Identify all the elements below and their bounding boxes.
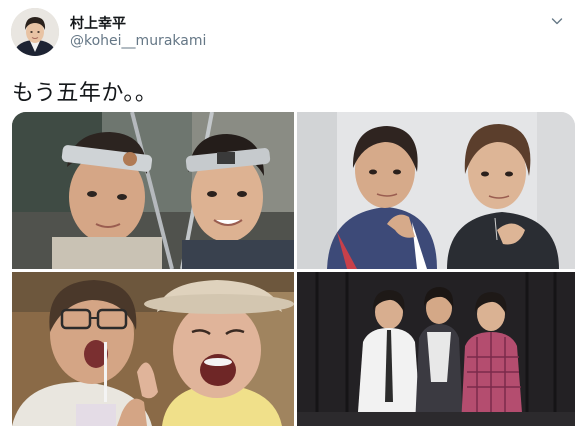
photo-two-men-headbands-icon [12,112,294,269]
profile-photo-icon [11,8,59,56]
photo-3[interactable] [12,272,294,426]
photo-1[interactable] [12,112,294,269]
author-name[interactable]: 村上幸平 [70,13,126,33]
author-handle[interactable]: @kohei__murakami [70,33,206,49]
chevron-down-icon[interactable] [549,13,565,29]
photo-4[interactable] [297,272,575,426]
tweet-card: 村上幸平 @kohei__murakami もう五年か。。 [0,0,575,426]
photo-three-men-stage-icon [297,272,575,426]
photo-two-people-open-mouths-icon [12,272,294,426]
photo-2[interactable] [297,112,575,269]
avatar[interactable] [11,8,59,56]
photo-two-men-posing-icon [297,112,575,269]
media-grid [12,112,575,426]
tweet-text: もう五年か。。 [12,81,158,106]
